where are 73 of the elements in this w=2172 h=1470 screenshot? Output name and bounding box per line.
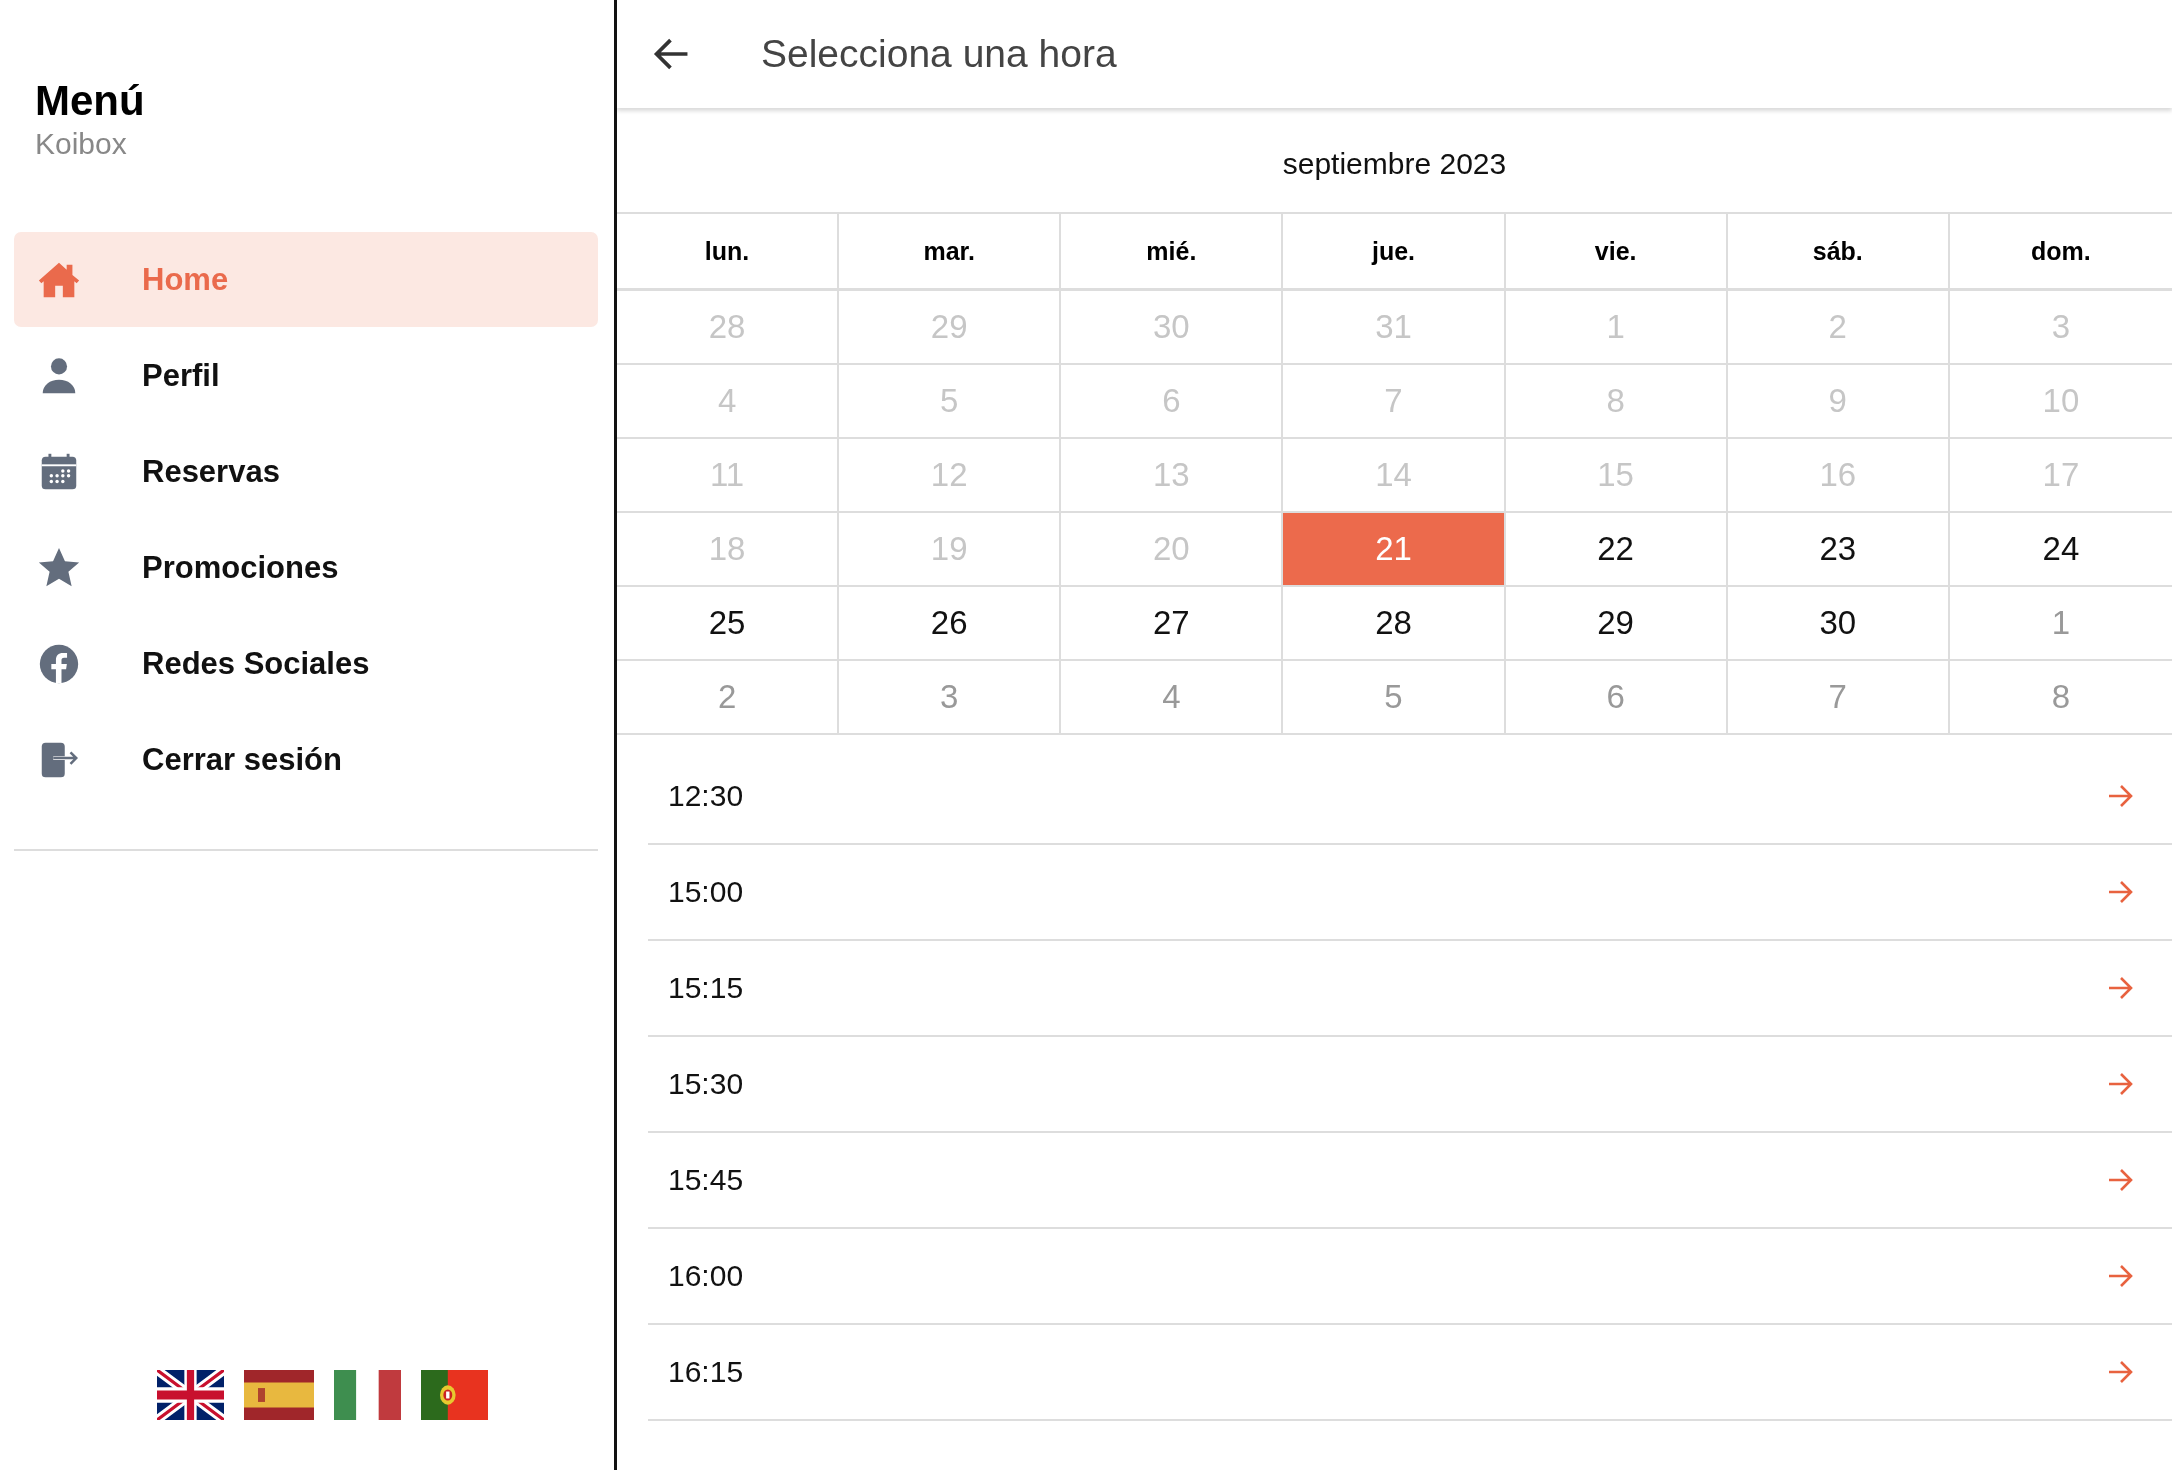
- calendar-day: 1: [1949, 587, 2172, 661]
- british-flag-icon[interactable]: [156, 1370, 224, 1420]
- calendar-day: 6: [1061, 365, 1284, 439]
- calendar-day[interactable]: 23: [1727, 513, 1950, 587]
- calendar-day: 6: [1505, 661, 1728, 735]
- calendar-day: 3: [1949, 291, 2172, 365]
- calendar-day: 8: [1949, 661, 2172, 735]
- page-title: Selecciona una hora: [761, 32, 1117, 76]
- calendar-day: 11: [617, 439, 840, 513]
- weekday-header: dom.: [1949, 212, 2172, 291]
- time-slot[interactable]: 15:45: [648, 1133, 2172, 1229]
- calendar-day: 30: [1061, 291, 1284, 365]
- calendar-day: 10: [1949, 365, 2172, 439]
- arrow-right-icon: [2108, 976, 2134, 1000]
- calendar-day[interactable]: 26: [839, 587, 1062, 661]
- calendar-day[interactable]: 30: [1727, 587, 1950, 661]
- menu-item[interactable]: Perfil: [14, 328, 598, 423]
- calendar-day: 1: [1505, 291, 1728, 365]
- menu-item[interactable]: Reservas: [14, 424, 598, 519]
- calendar-day: 7: [1727, 661, 1950, 735]
- calendar-day: 9: [1727, 365, 1950, 439]
- calendar-day: 12: [839, 439, 1062, 513]
- calendar-day[interactable]: 25: [617, 587, 840, 661]
- calendar-day: 28: [617, 291, 840, 365]
- arrow-right-icon: [2108, 1072, 2134, 1096]
- calendar-day: 8: [1505, 365, 1728, 439]
- calendar-day: 17: [1949, 439, 2172, 513]
- weekday-header: mar.: [839, 212, 1062, 291]
- calendar-day: 4: [617, 365, 840, 439]
- month-label: septiembre 2023: [1282, 147, 1507, 181]
- menu-item[interactable]: Redes Sociales: [14, 616, 598, 711]
- italian-flag-icon[interactable]: [333, 1370, 401, 1420]
- calendar-day: 18: [617, 513, 840, 587]
- arrow-right-icon: [2108, 784, 2134, 808]
- calendar-day: 31: [1283, 291, 1506, 365]
- arrow-right-icon: [2108, 1168, 2134, 1192]
- weekday-header: jue.: [1283, 212, 1506, 291]
- calendar-day: 5: [1283, 661, 1506, 735]
- weekday-header: sáb.: [1727, 212, 1950, 291]
- weekday-header: mié.: [1061, 212, 1284, 291]
- weekday-header: lun.: [617, 212, 840, 291]
- arrow-right-icon: [2108, 1360, 2134, 1384]
- calendar-day: 4: [1061, 661, 1284, 735]
- calendar-day: 7: [1283, 365, 1506, 439]
- calendar-day: 2: [617, 661, 840, 735]
- calendar-day[interactable]: 27: [1061, 587, 1284, 661]
- menu-item[interactable]: Promociones: [14, 520, 598, 615]
- time-slot[interactable]: 12:30: [648, 749, 2172, 845]
- calendar-day[interactable]: 29: [1505, 587, 1728, 661]
- spanish-flag-icon[interactable]: [243, 1370, 314, 1420]
- calendar-day[interactable]: 24: [1949, 513, 2172, 587]
- calendar-day: 16: [1727, 439, 1950, 513]
- time-slot[interactable]: 15:15: [648, 941, 2172, 1037]
- weekday-header: vie.: [1505, 212, 1728, 291]
- time-slot[interactable]: 15:30: [648, 1037, 2172, 1133]
- calendar-day: 19: [839, 513, 1062, 587]
- arrow-right-icon: [2108, 880, 2134, 904]
- calendar-day: 3: [839, 661, 1062, 735]
- calendar-day[interactable]: 22: [1505, 513, 1728, 587]
- menu-item[interactable]: Cerrar sesión: [14, 712, 598, 807]
- menu-title: Menú: [35, 76, 145, 126]
- time-slot[interactable]: 16:00: [648, 1229, 2172, 1325]
- menu-subtitle: Koibox: [35, 126, 127, 162]
- time-slot[interactable]: 15:00: [648, 845, 2172, 941]
- calendar-day: 15: [1505, 439, 1728, 513]
- time-slot[interactable]: 16:15: [648, 1325, 2172, 1421]
- calendar-day: 29: [839, 291, 1062, 365]
- calendar-day: 5: [839, 365, 1062, 439]
- calendar-day[interactable]: 28: [1283, 587, 1506, 661]
- arrow-right-icon: [2108, 1264, 2134, 1288]
- calendar-day: 2: [1727, 291, 1950, 365]
- calendar-day: 13: [1061, 439, 1284, 513]
- portuguese-flag-icon[interactable]: [420, 1370, 488, 1420]
